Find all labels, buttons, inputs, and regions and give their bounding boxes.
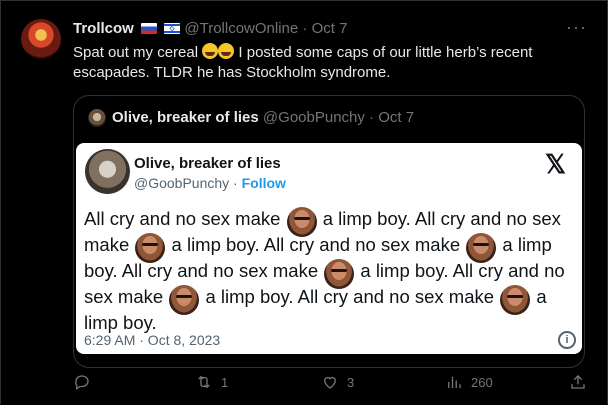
grin-emoji-icon [218,43,235,59]
x-logo-icon: 𝕏 [545,149,566,179]
separator: · [233,175,238,191]
share-button[interactable] [569,373,587,391]
quoted-header: Olive, breaker of lies @GoobPunchy · Oct… [112,109,414,126]
separator: · [369,109,375,126]
quoted-author-name[interactable]: Olive, breaker of lies [112,109,259,126]
flag-israel-icon [164,23,181,34]
tweet-header: Trollcow @TrollcowOnline · Oct 7 [73,20,347,37]
action-bar: 1 3 260 [73,373,593,393]
card-handle-line: @GoobPunchy · Follow [134,175,286,191]
author-handle[interactable]: @TrollcowOnline [184,20,298,37]
follow-link: Follow [241,175,286,191]
quoted-tweet[interactable]: Olive, breaker of lies @GoobPunchy · Oct… [73,95,585,368]
views-chart-icon [448,376,461,388]
quoted-avatar[interactable] [88,109,106,127]
like-count: 3 [347,374,355,390]
face-emoji-icon [500,285,531,315]
flag-russia-icon [141,23,158,34]
share-icon [571,375,585,389]
reply-button[interactable] [73,373,99,391]
face-emoji-icon [466,233,497,263]
post-date[interactable]: Oct 7 [312,20,348,37]
tweet-text-start: Spat out my cereal [73,44,199,61]
retweet-button[interactable]: 1 [195,373,228,391]
reply-icon [75,375,89,391]
face-emoji-icon [324,259,355,289]
views-button[interactable]: 260 [445,373,493,391]
retweet-count: 1 [221,374,229,390]
more-options-icon[interactable]: ··· [566,17,587,38]
author-name[interactable]: Trollcow [73,20,134,37]
card-text: All cry and no sex make a limp boy. All … [84,207,579,334]
face-emoji-icon [286,207,317,237]
quoted-date[interactable]: Oct 7 [378,109,414,126]
face-emoji-icon [135,233,166,263]
like-button[interactable]: 3 [321,373,354,391]
separator: · [302,20,308,37]
retweet-icon [198,375,210,389]
embedded-tweet-image[interactable]: Olive, breaker of lies @GoobPunchy · Fol… [76,143,582,354]
heart-icon [324,376,336,389]
card-avatar [85,149,130,194]
card-text-segment: a limp boy. All cry and no sex make [171,234,461,255]
avatar[interactable] [21,19,61,59]
card-text-segment: All cry and no sex make [84,208,281,229]
tweet-container[interactable]: Trollcow @TrollcowOnline · Oct 7 ··· Spa… [0,0,608,404]
card-text-segment: a limp boy. All cry and no sex make [205,286,495,307]
card-author-name: Olive, breaker of lies [134,155,281,172]
rofl-emoji-icon [202,43,219,59]
views-count: 260 [471,374,493,390]
quoted-author-handle[interactable]: @GoobPunchy [263,109,365,126]
tweet-text: Spat out my cereal I posted some caps of… [73,43,583,83]
face-emoji-icon [169,285,200,315]
card-timestamp: 6:29 AM · Oct 8, 2023 [84,332,221,348]
info-icon: i [558,331,576,349]
card-author-handle: @GoobPunchy [134,175,230,191]
